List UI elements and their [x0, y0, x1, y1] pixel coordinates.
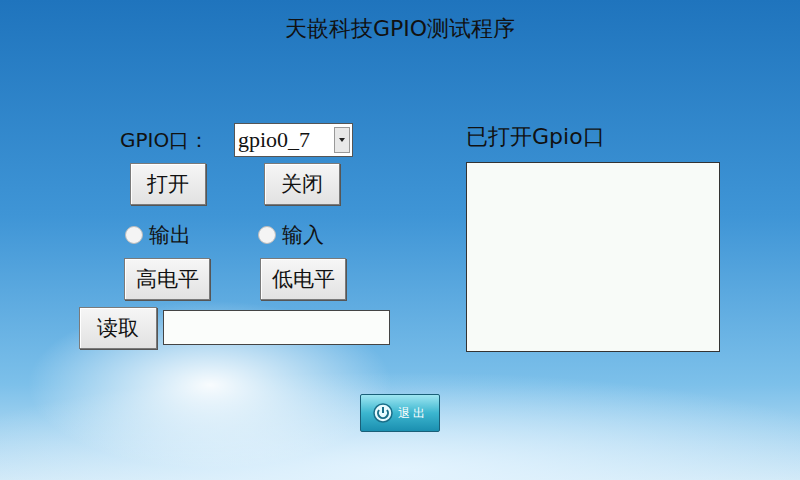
direction-radio[interactable]: 输出 — [125, 221, 258, 249]
radio-dot-icon[interactable] — [125, 226, 143, 244]
level-button[interactable]: 高电平 — [124, 258, 210, 300]
radio-dot-icon[interactable] — [258, 226, 276, 244]
level-button-row: 高电平 低电平 — [79, 258, 391, 300]
dropdown-arrow-icon[interactable] — [334, 127, 350, 153]
gpio-label: GPIO口： — [120, 127, 234, 154]
exit-row: 退出 — [0, 394, 800, 432]
read-row: 读取 — [79, 306, 391, 349]
direction-radio[interactable]: 输入 — [258, 221, 391, 249]
port-button-row: 打开 关闭 — [79, 163, 391, 205]
exit-icon — [372, 402, 394, 424]
opened-label: 已打开Gpio口 — [466, 122, 720, 152]
gpio-test-screen: 天嵌科技GPIO测试程序GPIO口：gpio0_7打开关闭输出输入高电平低电平读… — [0, 0, 800, 480]
port-button[interactable]: 打开 — [130, 163, 206, 205]
read-button[interactable]: 读取 — [79, 307, 157, 349]
gpio-select[interactable]: gpio0_7 — [234, 123, 353, 157]
direction-row: 输出输入 — [79, 213, 391, 257]
opened-panel: 已打开Gpio口 — [466, 120, 720, 352]
control-panel: GPIO口：gpio0_7打开关闭输出输入高电平低电平读取 — [79, 120, 391, 352]
opened-list[interactable] — [466, 162, 720, 352]
exit-button[interactable]: 退出 — [360, 394, 440, 432]
level-button[interactable]: 低电平 — [260, 258, 346, 300]
read-value-field[interactable] — [163, 310, 390, 345]
port-button[interactable]: 关闭 — [264, 163, 340, 205]
gpio-row: GPIO口：gpio0_7 — [79, 122, 391, 158]
main-area: GPIO口：gpio0_7打开关闭输出输入高电平低电平读取已打开Gpio口 — [0, 120, 800, 352]
window-title: 天嵌科技GPIO测试程序 — [0, 0, 800, 120]
